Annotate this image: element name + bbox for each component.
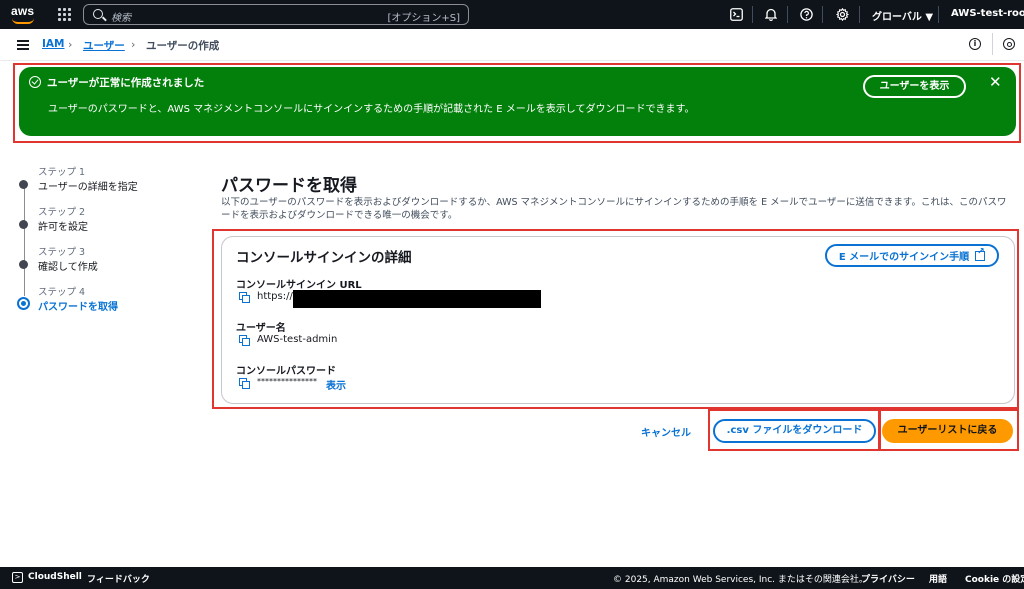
show-password-link[interactable]: 表示	[326, 377, 346, 392]
region-selector[interactable]: グローバル ▼	[872, 8, 933, 23]
nav-divider	[787, 6, 788, 23]
breadcrumb-users[interactable]: ユーザー	[83, 38, 125, 53]
aws-logo[interactable]: aws	[11, 5, 39, 25]
step-2-dot	[19, 220, 28, 229]
chevron-right-icon: ›	[68, 38, 73, 51]
cloudshell-icon[interactable]	[729, 7, 743, 21]
copy-password-icon[interactable]	[239, 378, 250, 389]
flash-title: ユーザーが正常に作成されました	[47, 77, 205, 89]
redacted-block	[293, 290, 541, 308]
footer-cloudshell[interactable]: CloudShell	[28, 572, 82, 582]
step-3-dot	[19, 260, 28, 269]
email-signin-label: E メールでのサインイン手順	[838, 252, 970, 263]
page-description: 以下のユーザーのパスワードを表示およびダウンロードするか、AWS マネジメントコ…	[221, 197, 1007, 221]
step-4-dot	[17, 297, 30, 310]
help-icon[interactable]	[799, 7, 813, 21]
search-shortcut: [オプション+S]	[387, 13, 460, 24]
nav-divider	[859, 6, 860, 23]
breadcrumb-bar: IAM › ユーザー › ユーザーの作成	[0, 29, 1024, 61]
footer-feedback[interactable]: フィードバック	[87, 572, 150, 585]
url-label: コンソールサインイン URL	[236, 280, 362, 291]
step-3-number: ステップ 3	[38, 247, 86, 258]
steps-connector	[23, 186, 25, 296]
cancel-button[interactable]: キャンセル	[641, 424, 691, 439]
nav-divider	[822, 6, 823, 23]
preferences-icon[interactable]	[1003, 38, 1015, 50]
search-placeholder: 検索	[111, 13, 131, 24]
step-1-label[interactable]: ユーザーの詳細を指定	[38, 178, 138, 193]
step-2-number: ステップ 2	[38, 207, 86, 218]
toolbar-divider	[992, 33, 993, 55]
copy-url-icon[interactable]	[239, 292, 250, 303]
email-signin-button[interactable]: E メールでのサインイン手順	[825, 244, 999, 267]
external-link-icon	[975, 247, 986, 261]
breadcrumb-iam[interactable]: IAM	[42, 38, 64, 50]
gear-icon[interactable]	[835, 7, 849, 21]
close-icon[interactable]: ✕	[989, 73, 1002, 91]
footer-cookie[interactable]: Cookie の設定	[965, 572, 1024, 585]
breadcrumb-create-user: ユーザーの作成	[146, 40, 220, 52]
footer-copyright: © 2025, Amazon Web Services, Inc. またはその関…	[613, 575, 868, 585]
step-4-label: パスワードを取得	[38, 302, 118, 313]
search-input[interactable]: 検索 [オプション+S]	[83, 4, 469, 25]
chevron-right-icon: ›	[131, 38, 136, 51]
footer-terms[interactable]: 用語	[929, 572, 947, 585]
url-value: https://	[257, 291, 293, 302]
page-title: パスワードを取得	[221, 176, 357, 196]
copy-username-icon[interactable]	[239, 335, 250, 346]
aws-smile-icon	[12, 18, 34, 24]
step-2-label[interactable]: 許可を設定	[38, 218, 88, 233]
card-title: コンソールサインインの詳細	[236, 250, 412, 266]
step-1-number: ステップ 1	[38, 167, 86, 178]
nav-divider	[752, 6, 753, 23]
bell-icon[interactable]	[764, 7, 778, 21]
step-1-dot	[19, 180, 28, 189]
account-menu[interactable]: AWS-test-root ▼	[951, 8, 1024, 19]
search-icon	[93, 9, 103, 19]
flash-message: ユーザーのパスワードと、AWS マネジメントコンソールにサインインするための手順…	[48, 104, 695, 115]
menu-icon[interactable]	[17, 40, 29, 50]
password-label: コンソールパスワード	[236, 366, 336, 377]
download-csv-button[interactable]: .csv ファイルをダウンロード	[713, 419, 876, 443]
info-icon[interactable]: i	[969, 38, 981, 50]
view-user-button[interactable]: ユーザーを表示	[863, 75, 966, 98]
password-value: ***************	[257, 377, 317, 386]
username-value: AWS-test-admin	[257, 334, 338, 345]
success-check-icon	[29, 76, 41, 88]
services-grid-icon[interactable]	[58, 8, 71, 21]
footer-privacy[interactable]: プライバシー	[861, 572, 915, 585]
username-label: ユーザー名	[236, 323, 286, 334]
footer: > CloudShell フィードバック © 2025, Amazon Web …	[0, 567, 1024, 589]
aws-logo-text: aws	[11, 4, 35, 18]
top-navigation: aws 検索 [オプション+S] グローバル ▼ AWS-test-root ▼	[0, 0, 1024, 29]
step-4-number: ステップ 4	[38, 287, 86, 298]
return-to-user-list-button[interactable]: ユーザーリストに戻る	[882, 419, 1013, 443]
step-3-label[interactable]: 確認して作成	[38, 258, 98, 273]
success-flashbar: ユーザーが正常に作成されました ユーザーのパスワードと、AWS マネジメントコン…	[19, 67, 1016, 136]
nav-divider	[938, 6, 939, 23]
cloudshell-icon[interactable]: >	[12, 572, 23, 583]
